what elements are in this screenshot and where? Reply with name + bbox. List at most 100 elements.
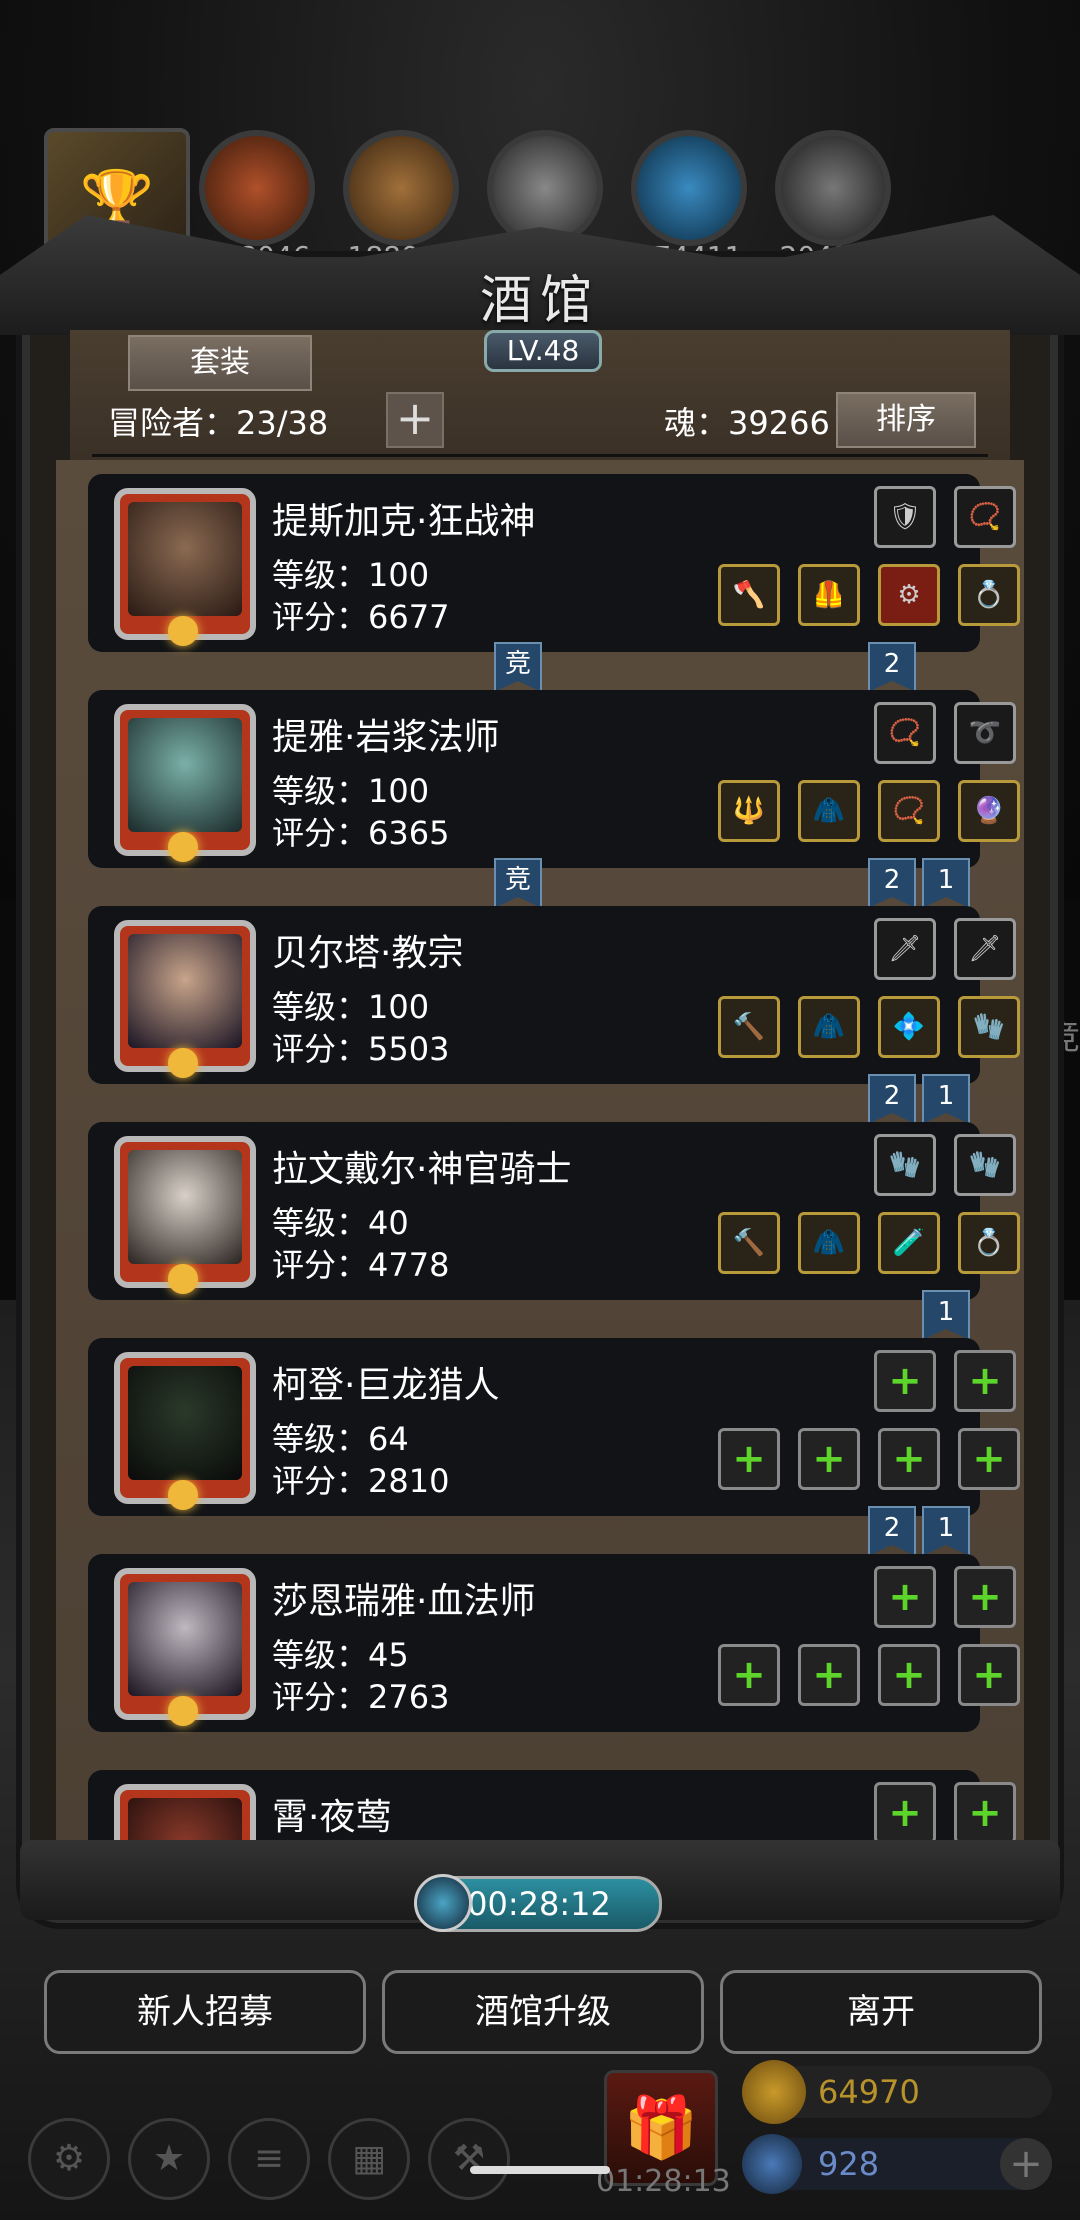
empty-slot[interactable]: + — [878, 1428, 940, 1490]
hammer-slot[interactable]: 🔨 — [718, 996, 780, 1058]
sort-button[interactable]: 排序 — [836, 392, 976, 448]
gear-icon[interactable]: ⚙ — [28, 2118, 110, 2200]
accessory-slot[interactable]: ⚙ — [878, 564, 940, 626]
upgrade-tavern-button[interactable]: 酒馆升级 — [382, 1970, 704, 2054]
empty-slot[interactable]: + — [798, 1644, 860, 1706]
set-button[interactable]: 套装 — [128, 335, 312, 391]
gem-icon — [742, 2134, 802, 2194]
empty-slot[interactable]: + — [954, 1782, 1016, 1844]
hero-name: 莎恩瑞雅·血法师 — [272, 1581, 536, 1622]
hammer-icon[interactable]: ⚒ — [428, 2118, 510, 2200]
robe-slot[interactable]: 🧥 — [798, 1212, 860, 1274]
hero-card[interactable]: 拉文戴尔·神官骑士 等级：40 评分：4778 🧤 🧤 🔨 🧥 🧪 💍 — [88, 1122, 1020, 1300]
moon-icon — [168, 616, 198, 646]
ring-slot[interactable]: 💠 — [878, 996, 940, 1058]
empty-slot[interactable]: + — [958, 1644, 1020, 1706]
staff-slot[interactable]: 🔱 — [718, 780, 780, 842]
gold-coin-icon — [742, 2060, 806, 2124]
empty-slot[interactable]: + — [718, 1644, 780, 1706]
scroll-icon[interactable]: ≡ — [228, 2118, 310, 2200]
rank-ribbon: 2 — [868, 1074, 916, 1124]
hero-portrait[interactable] — [114, 488, 256, 646]
gloves-slot[interactable]: 🧤 — [958, 996, 1020, 1058]
hero-name: 柯登·巨龙猎人 — [272, 1365, 500, 1406]
soul-count: 魂：39266 — [664, 404, 830, 442]
hero-list[interactable]: 提斯加克·狂战神 等级：100 评分：6677 🛡 📿 🪓 🦺 ⚙ 💍 竞 2 … — [56, 460, 1024, 1860]
robe-slot[interactable]: 🧥 — [798, 996, 860, 1058]
rank-ribbon: 1 — [922, 1290, 970, 1340]
necklace-slot[interactable]: 📿 — [874, 702, 936, 764]
empty-slot[interactable]: + — [878, 1644, 940, 1706]
hero-level: 等级：64 — [272, 1420, 409, 1458]
crystal-icon — [631, 130, 747, 246]
hero-card[interactable]: 提斯加克·狂战神 等级：100 评分：6677 🛡 📿 🪓 🦺 ⚙ 💍 — [88, 474, 1020, 652]
armor-slot[interactable]: 🛡 — [874, 486, 936, 548]
empty-slot[interactable]: + — [874, 1566, 936, 1628]
hero-name: 贝尔塔·教宗 — [272, 933, 464, 974]
side-ghost-label: 竞 — [1046, 1018, 1080, 1058]
moon-icon — [168, 1696, 198, 1726]
empty-slot[interactable]: + — [874, 1782, 936, 1844]
hero-level: 等级：45 — [272, 1636, 409, 1674]
hero-level: 等级：100 — [272, 772, 430, 810]
ring-slot[interactable]: 💍 — [958, 1212, 1020, 1274]
empty-slot[interactable]: + — [718, 1428, 780, 1490]
hero-card[interactable]: 柯登·巨龙猎人 等级：64 评分：2810 + + + + + + — [88, 1338, 1020, 1516]
gift-timer: 01:28:13 — [596, 2164, 731, 2199]
ring-slot[interactable]: 💍 — [958, 564, 1020, 626]
moon-icon — [168, 1480, 198, 1510]
adventurer-count: 冒险者：23/38 — [108, 404, 329, 442]
empty-slot[interactable]: + — [958, 1428, 1020, 1490]
bow-slot[interactable]: ➰ — [954, 702, 1016, 764]
hero-score: 评分：4778 — [272, 1246, 450, 1284]
dagger-slot[interactable]: 🗡 — [874, 918, 936, 980]
hero-portrait[interactable] — [114, 704, 256, 862]
empty-slot[interactable]: + — [874, 1350, 936, 1412]
moon-icon — [168, 1048, 198, 1078]
leave-button[interactable]: 离开 — [720, 1970, 1042, 2054]
hero-portrait[interactable] — [114, 1136, 256, 1294]
hero-score: 评分：6677 — [272, 598, 450, 636]
weapon-slot[interactable]: 🪓 — [718, 564, 780, 626]
hero-name: 提斯加克·狂战神 — [272, 501, 536, 542]
dagger-slot[interactable]: 🗡 — [954, 918, 1016, 980]
rank-ribbon: 1 — [922, 1074, 970, 1124]
star-icon[interactable]: ★ — [128, 2118, 210, 2200]
amulet-slot[interactable]: 📿 — [878, 780, 940, 842]
chest-slot[interactable]: 🦺 — [798, 564, 860, 626]
empty-slot[interactable]: + — [954, 1566, 1016, 1628]
hero-card[interactable]: 提雅·岩浆法师 等级：100 评分：6365 📿 ➰ 🔱 🧥 📿 🔮 — [88, 690, 1020, 868]
hero-name: 提雅·岩浆法师 — [272, 717, 500, 758]
gauntlet-slot[interactable]: 🧤 — [954, 1134, 1016, 1196]
hero-level: 等级：100 — [272, 988, 430, 1026]
empty-slot[interactable]: + — [798, 1428, 860, 1490]
gauntlet-slot[interactable]: 🧤 — [874, 1134, 936, 1196]
expand-capacity-button[interactable]: + — [386, 392, 444, 448]
clock-icon — [414, 1874, 472, 1932]
home-indicator[interactable] — [470, 2166, 610, 2174]
hero-name: 拉文戴尔·神官骑士 — [272, 1149, 572, 1190]
add-gems-button[interactable]: + — [1000, 2138, 1052, 2190]
hero-portrait[interactable] — [114, 1568, 256, 1726]
rank-ribbon: 2 — [868, 858, 916, 908]
hammer-slot[interactable]: 🔨 — [718, 1212, 780, 1274]
hero-score: 评分：2810 — [272, 1462, 450, 1500]
map-icon[interactable]: ▦ — [328, 2118, 410, 2200]
rank-ribbon: 1 — [922, 1506, 970, 1556]
hero-score: 评分：5503 — [272, 1030, 450, 1068]
divider — [92, 454, 988, 457]
recruit-button[interactable]: 新人招募 — [44, 1970, 366, 2054]
necklace-slot[interactable]: 📿 — [954, 486, 1016, 548]
robe-slot[interactable]: 🧥 — [798, 780, 860, 842]
hero-portrait[interactable] — [114, 920, 256, 1078]
hero-score: 评分：6365 — [272, 814, 450, 852]
hero-name: 霄·夜莺 — [272, 1797, 392, 1838]
hero-card[interactable]: 贝尔塔·教宗 等级：100 评分：5503 🗡 🗡 🔨 🧥 💠 🧤 — [88, 906, 1020, 1084]
hero-portrait[interactable] — [114, 1352, 256, 1510]
moon-icon — [168, 832, 198, 862]
hero-card[interactable]: 莎恩瑞雅·血法师 等级：45 评分：2763 + + + + + + — [88, 1554, 1020, 1732]
ring-slot[interactable]: 🔮 — [958, 780, 1020, 842]
empty-slot[interactable]: + — [954, 1350, 1016, 1412]
rank-ribbon: 2 — [868, 1506, 916, 1556]
potion-slot[interactable]: 🧪 — [878, 1212, 940, 1274]
